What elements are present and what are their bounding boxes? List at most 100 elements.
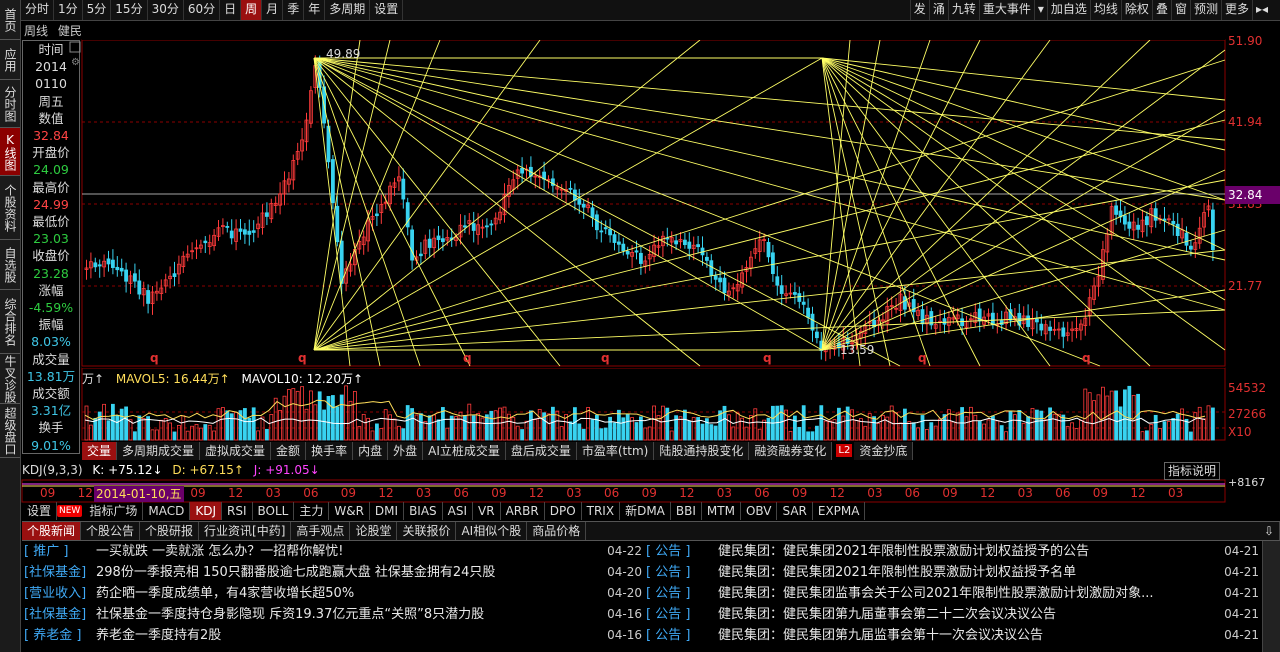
- volume-bar: [828, 420, 832, 441]
- news-item[interactable]: [ 养老金 ] 养老金一季度持有2股 04-16: [24, 625, 644, 646]
- news-item[interactable]: [社保基金] 298份一季报亮相 150只翻番股逾七成跑赢大盘 社保基金拥有24只…: [24, 562, 644, 583]
- indicator-tab-kdj[interactable]: KDJ: [190, 502, 222, 520]
- indicator-help-button[interactable]: 指标说明: [1164, 462, 1220, 480]
- news-tab[interactable]: 高手观点: [291, 522, 351, 540]
- volume-bar: [533, 419, 538, 441]
- indicator-tab-mtm[interactable]: MTM: [702, 502, 741, 520]
- news-tab[interactable]: 行业资讯[中药]: [199, 522, 292, 540]
- indicator-tab-bias[interactable]: BIAS: [404, 502, 443, 520]
- volume-bar: [942, 414, 947, 441]
- indicator-tab[interactable]: 内盘: [353, 442, 389, 460]
- candle-body: [806, 307, 810, 318]
- candle-body: [462, 225, 467, 228]
- date-tick: 12: [77, 486, 93, 500]
- indicator-tab[interactable]: 陆股通持股变化: [654, 442, 750, 460]
- candle-body: [436, 235, 441, 241]
- indicator-tab[interactable]: 多周期成交量: [117, 442, 201, 460]
- download-icon[interactable]: ⇩: [1259, 522, 1280, 540]
- news-title[interactable]: 健民集团：健民集团第九届董事会第二十二次会议决议公告: [718, 607, 1056, 622]
- indicator-tab-trix[interactable]: TRIX: [582, 502, 621, 520]
- news-tab[interactable]: 关联报价: [397, 522, 457, 540]
- kdj-j: J: +91.05↓: [253, 463, 320, 477]
- volume-bar: [269, 414, 274, 441]
- news-title[interactable]: 健民集团：健民集团监事会关于公司2021年限制性股票激励计划激励对象...: [718, 586, 1153, 601]
- volume-bar: [132, 431, 137, 441]
- news-tab[interactable]: AI相似个股: [456, 522, 528, 540]
- volume-bar: [727, 414, 731, 441]
- volume-bar: [1013, 414, 1017, 441]
- indicator-tab-macd[interactable]: MACD: [143, 502, 191, 520]
- volume-bar: [977, 421, 982, 441]
- candle-body: [639, 252, 643, 264]
- indicator-tab-wr[interactable]: W&R: [329, 502, 370, 520]
- news-item[interactable]: [ 公告 ] 健民集团：健民集团2021年限制性股票激励计划权益授予名单 04-21: [646, 562, 1261, 583]
- news-title[interactable]: 一买就跌 一卖就涨 怎么办？一招帮你解忧!: [96, 544, 343, 559]
- indicator-tab[interactable]: 换手率: [306, 442, 354, 460]
- indicator-tab[interactable]: 资金抄底: [854, 442, 914, 460]
- date-tick: 09: [190, 486, 206, 500]
- news-title[interactable]: 药企晒一季度成绩单，有4家营收增长超50%: [96, 586, 354, 601]
- candle-body: [225, 226, 230, 228]
- indicator-tab[interactable]: 交量: [82, 442, 118, 460]
- volume-bar: [418, 413, 423, 441]
- indicator-tab-dma[interactable]: 新DMA: [620, 502, 671, 520]
- news-item[interactable]: [ 公告 ] 健民集团：健民集团监事会关于公司2021年限制性股票激励计划激励对象…: [646, 583, 1261, 604]
- gear-icon: ⚙: [71, 57, 80, 68]
- volume-bar: [898, 422, 903, 441]
- candle-body: [766, 241, 771, 258]
- news-tab[interactable]: 个股新闻: [22, 522, 82, 540]
- volume-bar: [379, 428, 384, 441]
- news-title[interactable]: 社保基金一季度持仓身影隐现 斥资19.37亿元重点“关照”8只潜力股: [96, 607, 484, 622]
- indicator-tab-dpo[interactable]: DPO: [545, 502, 582, 520]
- indicator-tab-rsi[interactable]: RSI: [222, 502, 253, 520]
- indicator-tab[interactable]: AI立桩成交量: [423, 442, 506, 460]
- news-title[interactable]: 健民集团：健民集团第九届监事会第十一次会议决议公告: [718, 628, 1043, 643]
- volume-bar: [300, 386, 305, 441]
- volume-bar: [1123, 389, 1127, 441]
- kdj-name: KDJ(9,3,3): [22, 463, 83, 477]
- q-marker: q: [601, 351, 610, 365]
- indicator-tab[interactable]: 外盘: [388, 442, 424, 460]
- indicator-tab[interactable]: 市盈率(ttm): [576, 442, 655, 460]
- settings-tab[interactable]: 设置: [22, 502, 58, 520]
- indicator-tab-boll[interactable]: BOLL: [253, 502, 295, 520]
- news-tab[interactable]: 论股堂: [350, 522, 398, 540]
- indicator-tab-[interactable]: 指标广场: [84, 502, 144, 520]
- volume-bar: [445, 427, 450, 441]
- volume-bar: [700, 423, 705, 441]
- indicator-tab[interactable]: 金额: [271, 442, 307, 460]
- news-title[interactable]: 养老金一季度持有2股: [96, 628, 221, 643]
- volume-bar: [986, 419, 991, 441]
- indicator-tab-expma[interactable]: EXPMA: [813, 502, 866, 520]
- news-tab[interactable]: 商品价格: [527, 522, 587, 540]
- news-scrollbar[interactable]: [1262, 541, 1280, 652]
- indicator-tab-bbi[interactable]: BBI: [671, 502, 702, 520]
- indicator-tab[interactable]: 盘后成交量: [505, 442, 577, 460]
- indicator-tab-dmi[interactable]: DMI: [370, 502, 405, 520]
- volume-bar: [652, 405, 656, 441]
- news-tab[interactable]: 个股公告: [81, 522, 141, 540]
- news-item[interactable]: [ 公告 ] 健民集团：健民集团2021年限制性股票激励计划权益授予的公告 04-2…: [646, 541, 1261, 562]
- news-title[interactable]: 298份一季报亮相 150只翻番股逾七成跑赢大盘 社保基金拥有24只股: [96, 565, 495, 580]
- news-title[interactable]: 健民集团：健民集团2021年限制性股票激励计划权益授予名单: [718, 565, 1076, 580]
- indicator-tab-asi[interactable]: ASI: [443, 502, 474, 520]
- indicator-tab-vr[interactable]: VR: [473, 502, 501, 520]
- indicator-tab[interactable]: 虚拟成交量: [200, 442, 272, 460]
- news-item[interactable]: [社保基金] 社保基金一季度持仓身影隐现 斥资19.37亿元重点“关照”8只潜力股…: [24, 604, 644, 625]
- date-tick: 06: [453, 486, 469, 500]
- indicator-tab[interactable]: 融资融券变化: [749, 442, 833, 460]
- candle-body: [238, 228, 243, 232]
- news-tab[interactable]: 个股研报: [140, 522, 200, 540]
- news-item[interactable]: [ 公告 ] 健民集团：健民集团第九届董事会第二十二次会议决议公告 04-21: [646, 604, 1261, 625]
- indicator-tab-arbr[interactable]: ARBR: [501, 502, 545, 520]
- volume-bar: [520, 429, 524, 441]
- news-item[interactable]: [营业收入] 药企晒一季度成绩单，有4家营收增长超50% 04-20: [24, 583, 644, 604]
- news-item[interactable]: [ 公告 ] 健民集团：健民集团第九届监事会第十一次会议决议公告 04-21: [646, 625, 1261, 646]
- volume-bar: [819, 405, 824, 441]
- indicator-tab-[interactable]: 主力: [294, 502, 330, 520]
- news-item[interactable]: [ 推广 ] 一买就跌 一卖就涨 怎么办？一招帮你解忧! 04-22: [24, 541, 644, 562]
- news-title[interactable]: 健民集团：健民集团2021年限制性股票激励计划权益授予的公告: [718, 544, 1089, 559]
- indicator-tab-obv[interactable]: OBV: [741, 502, 778, 520]
- indicator-tab-sar[interactable]: SAR: [777, 502, 813, 520]
- date-axis: 09 12 03 06 09 12 03 06 09 12 03 06 09 12 03 06 09 12 03 06…: [22, 486, 1222, 502]
